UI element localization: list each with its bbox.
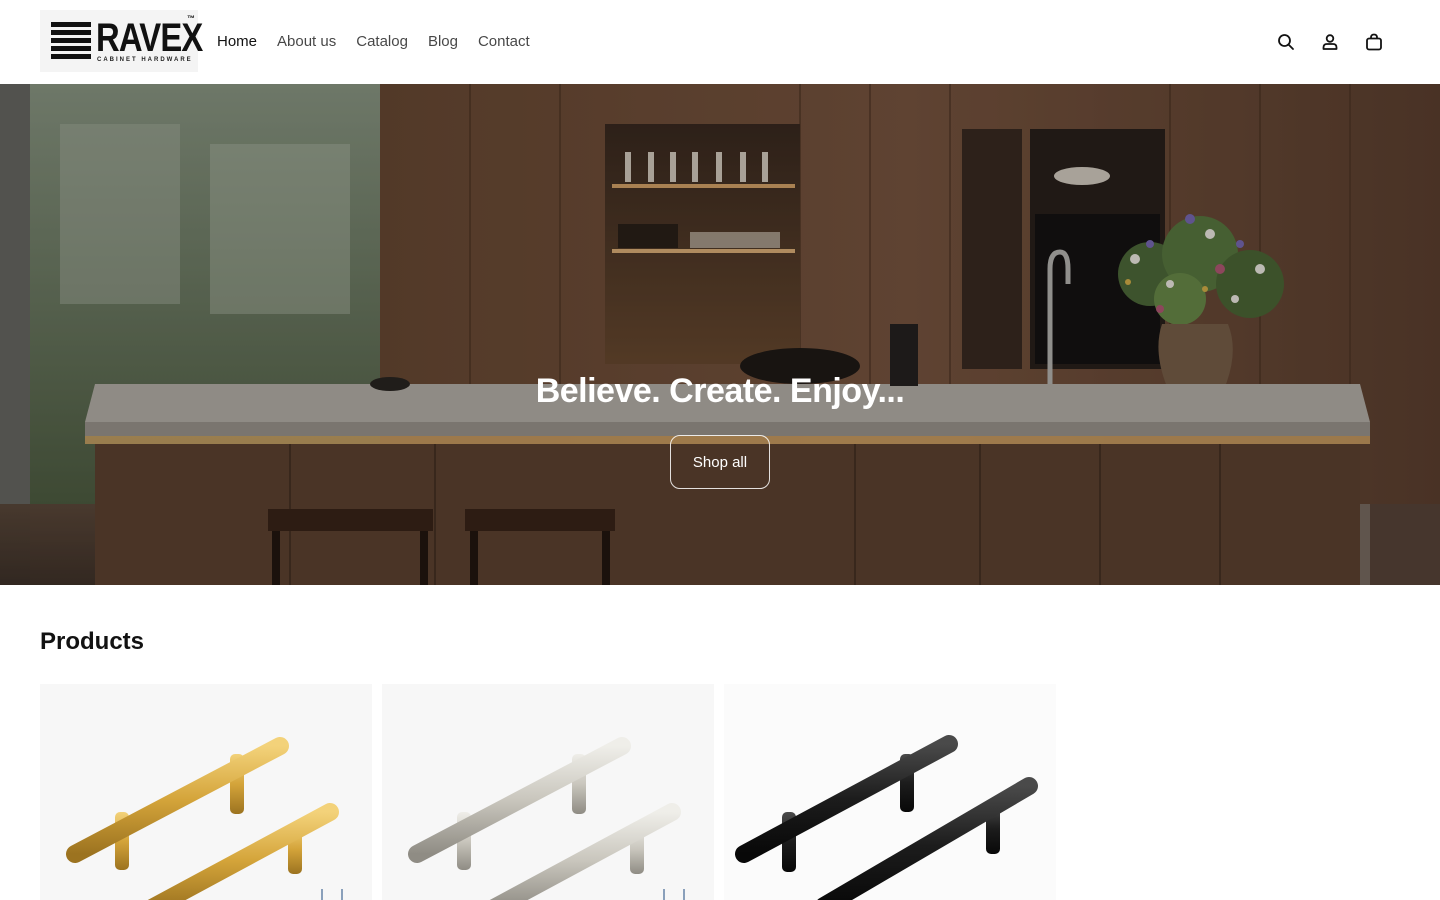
nav-home[interactable]: Home [207,28,267,56]
black-handle-image [724,684,1056,900]
gold-handle-image [40,684,372,900]
hero-overlay [0,84,1440,585]
cart-button[interactable] [1352,24,1396,60]
brand-logo[interactable]: RAVEX ™ CABINET HARDWARE [40,10,203,72]
product-grid [40,684,1056,900]
product-card-gold-handle[interactable] [40,684,372,900]
account-button[interactable] [1308,24,1352,60]
nav-about-us[interactable]: About us [267,28,346,56]
brand-trademark: ™ [187,14,195,23]
nav-blog[interactable]: Blog [418,28,468,56]
product-card-black-handle[interactable] [724,684,1056,900]
products-heading: Products [40,628,145,655]
product-card-nickel-handle[interactable] [382,684,714,900]
account-icon [1322,34,1338,50]
header-icons [1264,24,1396,60]
nav-catalog[interactable]: Catalog [346,28,418,56]
main-nav: Home About us Catalog Blog Contact [207,28,540,56]
nickel-handle-image [382,684,714,900]
cart-icon [1366,33,1382,51]
search-icon [1278,34,1294,50]
logo-bars-icon [51,22,91,62]
site-header: RAVEX ™ CABINET HARDWARE Home About us C… [0,0,1440,84]
brand-tagline: CABINET HARDWARE [97,57,193,63]
shop-all-button[interactable]: Shop all [670,435,770,489]
search-button[interactable] [1264,24,1308,60]
hero-title: Believe. Create. Enjoy... [535,372,905,410]
nav-contact[interactable]: Contact [468,28,540,56]
hero-banner: Believe. Create. Enjoy... Shop all [0,84,1440,585]
